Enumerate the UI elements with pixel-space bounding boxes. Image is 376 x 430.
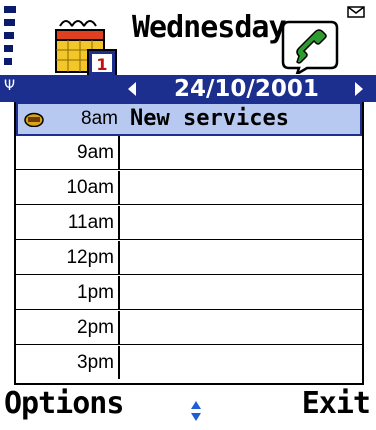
time-slot-row[interactable]: 11am (16, 206, 362, 240)
entry-text (122, 276, 362, 309)
time-label: 8am (81, 108, 118, 129)
time-slot-row[interactable]: 8am New services (16, 102, 362, 136)
entry-text (122, 311, 362, 344)
entry-text (122, 206, 362, 239)
entry-text (122, 171, 362, 204)
time-slot-row[interactable]: 10am (16, 171, 362, 205)
entry-text (122, 136, 362, 169)
day-view: 8am New services 9am 10am 11am 12pm 1pm … (14, 102, 364, 385)
time-slot-row[interactable]: 9am (16, 136, 362, 170)
time-slot-row[interactable]: 3pm (16, 346, 362, 380)
call-active-icon (281, 20, 339, 74)
time-label: 2pm (16, 311, 120, 344)
time-slot-row[interactable]: 12pm (16, 241, 362, 275)
next-day-arrow-icon[interactable] (355, 82, 363, 96)
time-label: 12pm (16, 241, 120, 274)
antenna-icon: Ψ (4, 78, 16, 94)
current-date: 24/10/2001 (174, 76, 319, 102)
time-label: 11am (16, 206, 120, 239)
envelope-icon (347, 6, 365, 18)
time-label: 3pm (16, 346, 120, 379)
time-slot-row[interactable]: 2pm (16, 311, 362, 345)
date-navigator[interactable]: Ψ 24/10/2001 (0, 75, 376, 102)
scroll-indicator-icon (191, 401, 201, 421)
time-label: 9am (16, 136, 120, 169)
options-softkey[interactable]: Options (4, 386, 124, 421)
page-title: Wednesday (132, 10, 287, 45)
entry-text (122, 241, 362, 274)
time-slot-row[interactable]: 1pm (16, 276, 362, 310)
time-label: 1pm (16, 276, 120, 309)
entry-text: New services (130, 106, 289, 131)
calendar-icon: 1 (55, 20, 117, 77)
entry-text (122, 346, 362, 379)
previous-day-arrow-icon[interactable] (128, 82, 136, 96)
time-label: 10am (16, 171, 120, 204)
exit-softkey[interactable]: Exit (302, 386, 371, 421)
signal-strength-icon (4, 6, 16, 72)
svg-text:1: 1 (96, 55, 107, 74)
